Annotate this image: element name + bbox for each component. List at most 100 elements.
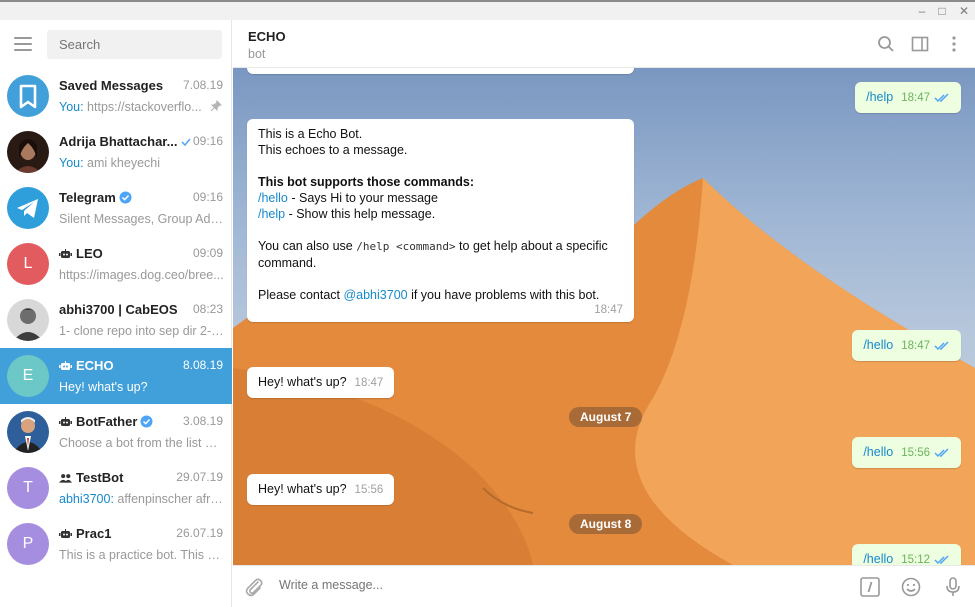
chat-item-adrija[interactable]: Adrija Bhattachar... 09:16 You: ami khey… [0, 124, 232, 180]
chat-name: abhi3700 | CabEOS [59, 302, 178, 317]
chat-preview-text: ami kheyechi [83, 156, 161, 170]
message-line: Please contact @abhi3700 if you have pro… [258, 288, 600, 302]
chat-name: BotFather [59, 414, 184, 429]
message-time: 15:12 [901, 554, 930, 565]
message-line: This echoes to a message. [258, 143, 408, 157]
search-input[interactable] [47, 30, 222, 59]
bot-icon [59, 529, 72, 538]
message-bubble-incoming: Hey! what's up? 18:47 [247, 367, 395, 398]
avatar [7, 299, 49, 341]
avatar [7, 411, 49, 453]
message-text[interactable]: /hello [863, 552, 893, 565]
message-time: 18:47 [901, 92, 930, 104]
microphone-icon[interactable] [942, 576, 964, 598]
chat-item-prac1[interactable]: P Prac1 26.07.19 This is a practice bot.… [0, 516, 232, 572]
message-line: /help - Show this help message. [258, 207, 436, 221]
chat-name: ECHO [59, 358, 184, 373]
chat-preview-sender: You: [59, 156, 84, 170]
chat-time: 26.07.19 [176, 526, 223, 540]
message-text: Hey! what's up? [258, 482, 347, 496]
message-time: 15:56 [901, 447, 930, 459]
message-bubble-outgoing: /help 18:47 [855, 82, 961, 113]
avatar: E [7, 355, 49, 397]
maximize-button[interactable]: □ [932, 3, 952, 19]
message-text: Hey! what's up? [258, 375, 347, 389]
chat-item-testbot[interactable]: T TestBot 29.07.19 abhi3700: affenpinsch… [0, 460, 232, 516]
close-button[interactable]: ✕ [954, 3, 974, 19]
chat-time: 3.08.19 [182, 414, 223, 428]
message-text[interactable]: /help [866, 90, 893, 104]
verified-icon [119, 191, 132, 204]
message-bubble-outgoing: /hello 18:47 [852, 330, 961, 361]
chat-preview: This is a practice bot. This bo... [59, 548, 224, 562]
chat-subtitle: bot [248, 47, 266, 61]
command-link[interactable]: /help [258, 207, 285, 221]
emoji-icon[interactable] [900, 576, 922, 598]
chat-preview: abhi3700: affenpinscher afric... [59, 492, 224, 506]
avatar: L [7, 243, 49, 285]
chat-name: Adrija Bhattachar... [59, 134, 178, 149]
chat-preview: 1- clone repo into sep dir 2- b... [59, 324, 224, 338]
chat-item-saved-messages[interactable]: Saved Messages 7.08.19 You: https://stac… [0, 68, 232, 124]
double-check-icon [934, 448, 949, 458]
message-bubble [247, 68, 634, 74]
chat-preview: Hey! what's up? [59, 380, 148, 394]
double-check-icon [934, 555, 949, 565]
chat-title[interactable]: ECHO [248, 29, 286, 44]
chat-item-abhi3700-cabeos[interactable]: abhi3700 | CabEOS 08:23 1- clone repo in… [0, 292, 232, 348]
chat-name: LEO [59, 246, 184, 261]
chat-time: 08:23 [192, 302, 223, 316]
command-link[interactable]: /hello [258, 191, 288, 205]
message-bubble-incoming: Hey! what's up? 15:56 [247, 474, 395, 505]
bot-icon [59, 417, 72, 426]
message-area[interactable]: /help 18:47 This is a Echo Bot. This echo… [233, 68, 975, 565]
bot-icon [59, 249, 72, 258]
message-bubble-outgoing: /hello 15:56 [852, 437, 961, 468]
sidebar: Saved Messages 7.08.19 You: https://stac… [0, 20, 232, 607]
more-options-icon[interactable] [945, 35, 963, 53]
message-time: 18:47 [354, 377, 384, 389]
chat-header: ECHO bot [233, 20, 975, 68]
chat-time: 09:16 [192, 190, 223, 204]
message-line: command. [258, 256, 317, 270]
chat-preview-sender: abhi3700: [59, 492, 114, 506]
chat-item-echo[interactable]: E ECHO 8.08.19 Hey! what's up? [0, 348, 232, 404]
chat-item-leo[interactable]: L LEO 09:09 https://images.dog.ceo/bree.… [0, 236, 232, 292]
sidebar-toggle-icon[interactable] [911, 35, 929, 53]
bot-commands-icon[interactable] [859, 576, 881, 598]
message-line: This is a Echo Bot. [258, 127, 363, 141]
telegram-icon [7, 187, 49, 229]
message-time: 18:47 [901, 340, 930, 352]
hamburger-menu-icon[interactable] [14, 37, 32, 51]
chat-preview-text: https://stackoverflo... [83, 100, 202, 114]
message-time: 15:56 [354, 484, 384, 496]
chat-preview: https://images.dog.ceo/bree... [59, 268, 224, 282]
chat-time: 29.07.19 [176, 470, 223, 484]
chat-time: 09:09 [192, 246, 223, 260]
username-link[interactable]: @abhi3700 [343, 288, 407, 302]
message-line: /hello - Says Hi to your message [258, 191, 438, 205]
bot-icon [59, 361, 72, 370]
chat-item-telegram[interactable]: Telegram 09:16 Silent Messages, Group Ad… [0, 180, 232, 236]
message-text[interactable]: /hello [863, 445, 893, 459]
message-line-bold: This bot supports those commands: [258, 175, 474, 189]
chat-preview: Silent Messages, Group Admi... [59, 212, 224, 226]
chat-time: 7.08.19 [182, 78, 223, 92]
chat-item-botfather[interactable]: BotFather 3.08.19 Choose a bot from the … [0, 404, 232, 460]
search-icon[interactable] [877, 35, 895, 53]
chat-name: Prac1 [59, 526, 184, 541]
double-check-icon [934, 341, 949, 351]
message-bubble-outgoing: /hello 15:12 [852, 544, 961, 565]
minimize-button[interactable]: – [912, 3, 932, 19]
double-check-icon [934, 93, 949, 103]
date-separator: August 8 [569, 514, 643, 534]
message-text[interactable]: /hello [863, 338, 893, 352]
avatar: P [7, 523, 49, 565]
attach-icon[interactable] [243, 576, 265, 598]
message-bubble-incoming: This is a Echo Bot. This echoes to a mes… [247, 119, 634, 322]
chat-preview-sender: You: [59, 100, 84, 114]
message-input[interactable] [279, 578, 779, 592]
chat-name: TestBot [59, 470, 184, 485]
chat-preview: You: ami kheyechi [59, 156, 224, 170]
check-icon [181, 138, 191, 146]
